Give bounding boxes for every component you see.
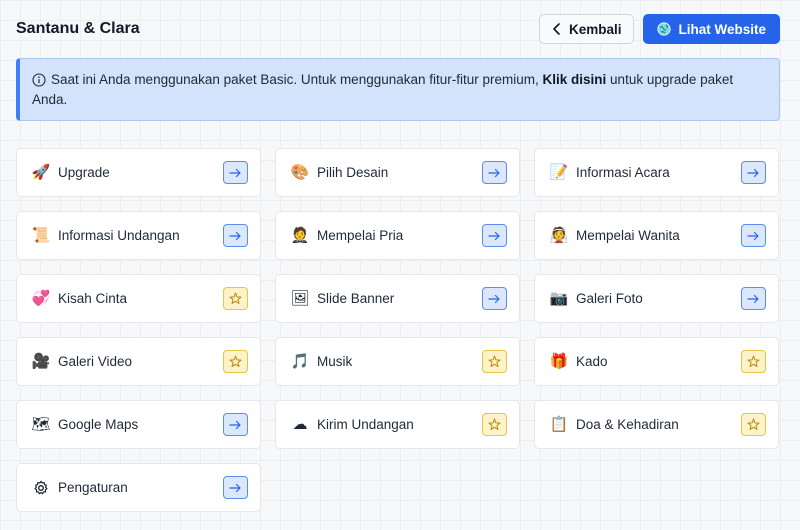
menu-item-upgrade[interactable]: 🚀 Upgrade xyxy=(16,148,261,197)
menu-item-label: Pengaturan xyxy=(58,480,128,495)
menu-item-kisah-cinta[interactable]: 💞 Kisah Cinta xyxy=(16,274,261,323)
menu-item-label: Slide Banner xyxy=(317,291,395,306)
star-icon xyxy=(223,350,248,373)
menu-item-label: Pilih Desain xyxy=(317,165,389,180)
star-icon xyxy=(482,350,507,373)
menu-item-label: Mempelai Pria xyxy=(317,228,404,243)
menu-item-label: Upgrade xyxy=(58,165,110,180)
menu-item-mempelai-wanita[interactable]: 👰 Mempelai Wanita xyxy=(534,211,779,260)
star-icon xyxy=(741,413,766,436)
arrow-right-icon xyxy=(223,224,248,247)
page-title: Santanu & Clara xyxy=(16,20,140,37)
menu-item-doa-kehadiran[interactable]: 📋 Doa & Kehadiran xyxy=(534,400,779,449)
menu-item-label: Galeri Foto xyxy=(576,291,643,306)
palette-icon: 🎨 xyxy=(290,164,310,181)
menu-item-label: Kado xyxy=(576,354,608,369)
premium-notice: Saat ini Anda menggunakan paket Basic. U… xyxy=(16,58,780,121)
menu-item-mempelai-pria[interactable]: 🤵 Mempelai Pria xyxy=(275,211,520,260)
menu-item-label: Musik xyxy=(317,354,353,369)
menu-item-label: Mempelai Wanita xyxy=(576,228,680,243)
cloud-icon: ☁ xyxy=(292,416,308,433)
menu-item-pilih-desain[interactable]: 🎨 Pilih Desain xyxy=(275,148,520,197)
menu-item-label: Kirim Undangan xyxy=(317,417,414,432)
arrow-right-icon xyxy=(223,161,248,184)
notice-text: Saat ini Anda menggunakan paket Basic. U… xyxy=(51,72,543,87)
menu-item-galeri-video[interactable]: 🎥 Galeri Video xyxy=(16,337,261,386)
back-button-label: Kembali xyxy=(568,21,622,37)
video-camera-icon: 🎥 xyxy=(31,353,51,370)
star-icon xyxy=(741,350,766,373)
menu-item-label: Kisah Cinta xyxy=(58,291,128,306)
arrow-right-icon xyxy=(482,161,507,184)
chevron-left-icon xyxy=(553,23,560,35)
menu-item-google-maps[interactable]: 🗺 Google Maps xyxy=(16,400,261,449)
menu-item-galeri-foto[interactable]: 📷 Galeri Foto xyxy=(534,274,779,323)
arrow-right-icon xyxy=(741,287,766,310)
arrow-right-icon xyxy=(741,161,766,184)
menu-item-informasi-acara[interactable]: 📝 Informasi Acara xyxy=(534,148,779,197)
memo-icon: 📝 xyxy=(549,164,569,181)
header-actions: Kembali Lihat Website xyxy=(538,14,780,44)
heart-icon: 💞 xyxy=(31,290,51,307)
framed-picture-icon: 🖼 xyxy=(290,290,310,307)
arrow-right-icon xyxy=(482,224,507,247)
back-button[interactable]: Kembali xyxy=(538,14,635,44)
groom-icon: 🤵 xyxy=(290,227,310,244)
menu-item-label: Doa & Kehadiran xyxy=(576,417,679,432)
menu-item-musik[interactable]: 🎵 Musik xyxy=(275,337,520,386)
menu-item-kado[interactable]: 🎁 Kado xyxy=(534,337,779,386)
menu-item-slide-banner[interactable]: 🖼 Slide Banner xyxy=(275,274,520,323)
arrow-right-icon xyxy=(482,287,507,310)
gear-icon xyxy=(31,478,51,498)
menu-item-label: Informasi Undangan xyxy=(58,228,180,243)
map-icon: 🗺 xyxy=(31,416,51,433)
rocket-icon: 🚀 xyxy=(31,164,51,181)
arrow-right-icon xyxy=(223,413,248,436)
gift-icon: 🎁 xyxy=(549,353,569,370)
arrow-right-icon xyxy=(741,224,766,247)
page-header: Santanu & Clara Kembali Lihat Website xyxy=(16,14,780,44)
camera-icon: 📷 xyxy=(549,290,569,307)
music-note-icon: 🎵 xyxy=(290,353,310,370)
menu-grid: 🚀 Upgrade 🎨 Pilih Desain 📝 Informasi Acara … xyxy=(16,148,780,512)
upgrade-link[interactable]: Klik disini xyxy=(543,72,607,87)
arrow-right-icon xyxy=(223,476,248,499)
info-icon xyxy=(32,73,46,87)
star-icon xyxy=(482,413,507,436)
star-icon xyxy=(223,287,248,310)
view-website-label: Lihat Website xyxy=(678,21,766,37)
menu-item-kirim-undangan[interactable]: ☁ Kirim Undangan xyxy=(275,400,520,449)
bride-icon: 👰 xyxy=(549,227,569,244)
scroll-icon: 📜 xyxy=(31,227,51,244)
menu-item-informasi-undangan[interactable]: 📜 Informasi Undangan xyxy=(16,211,261,260)
globe-icon xyxy=(657,22,672,36)
clipboard-icon: 📋 xyxy=(549,416,569,433)
menu-item-label: Google Maps xyxy=(58,417,139,432)
menu-item-pengaturan[interactable]: Pengaturan xyxy=(16,463,261,512)
view-website-button[interactable]: Lihat Website xyxy=(643,14,780,44)
menu-item-label: Informasi Acara xyxy=(576,165,670,180)
menu-item-label: Galeri Video xyxy=(58,354,133,369)
